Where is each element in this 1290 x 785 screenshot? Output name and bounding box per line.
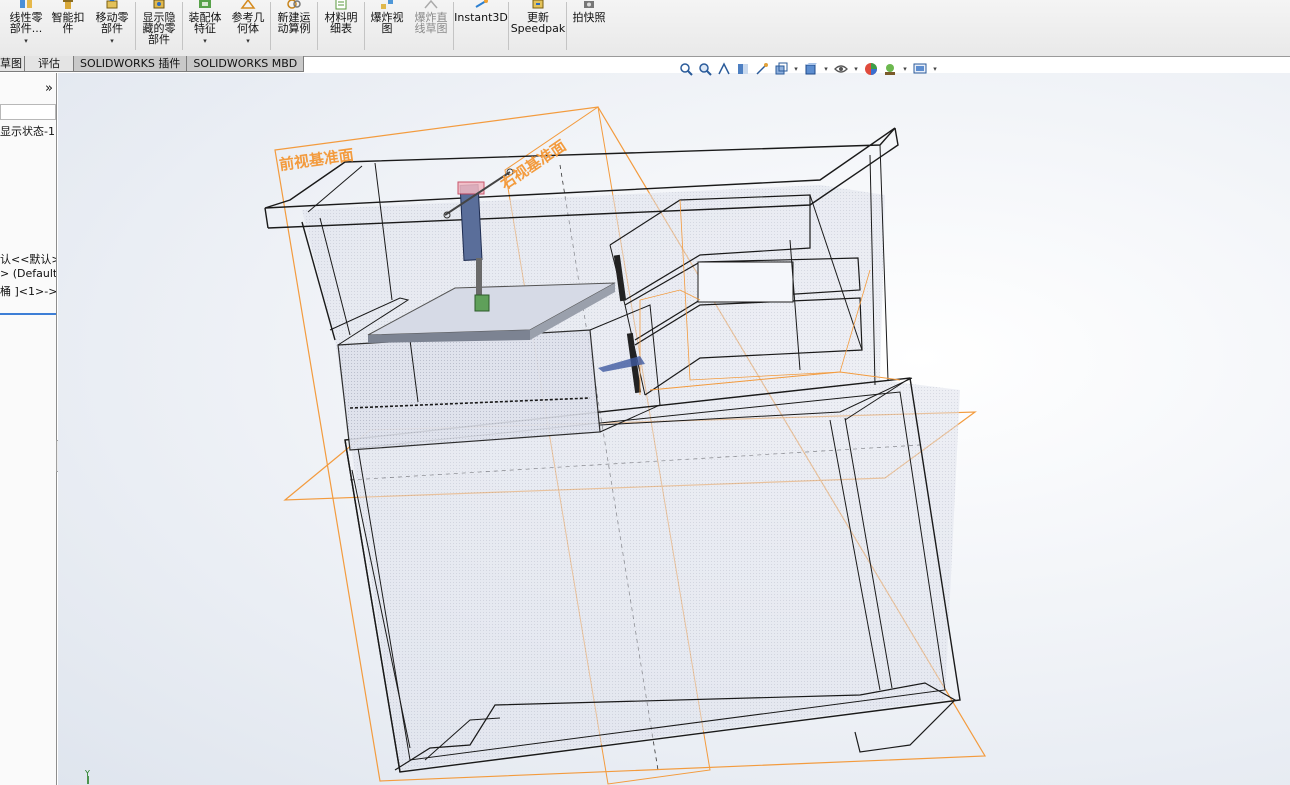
reference-geometry-button[interactable]: 参考几 何体 ▾ bbox=[228, 0, 268, 54]
tree-item[interactable]: 桶 ]<1>-> bbox=[0, 283, 56, 299]
command-manager-tabs: 草图 评估 SOLIDWORKS 插件 SOLIDWORKS MBD bbox=[0, 56, 305, 72]
linear-pattern-icon bbox=[20, 0, 32, 8]
separator bbox=[182, 2, 183, 50]
separator bbox=[364, 2, 365, 50]
exploded-view-icon bbox=[381, 0, 393, 9]
chevron-down-icon[interactable]: ▾ bbox=[110, 36, 114, 47]
chevron-down-icon[interactable]: ▾ bbox=[792, 62, 800, 76]
separator bbox=[508, 2, 509, 50]
chevron-down-icon[interactable]: ▾ bbox=[24, 36, 28, 47]
edit-appearance-icon[interactable] bbox=[863, 62, 879, 76]
feature-manager-pane: » 显示状态-1 认<<默认> > (Default 桶 ]<1>-> bbox=[0, 73, 57, 785]
move-component-icon bbox=[106, 0, 118, 9]
new-motion-study-button[interactable]: 新建运 动算例 bbox=[272, 0, 316, 54]
take-snapshot-icon bbox=[584, 1, 594, 8]
section-view-icon[interactable] bbox=[735, 62, 751, 76]
view-triad: Y bbox=[84, 769, 90, 784]
tree-item[interactable]: > (Default bbox=[0, 267, 56, 280]
instant3d-button[interactable]: Instant3D bbox=[454, 0, 508, 54]
front-plane-label[interactable]: 前视基准面 bbox=[278, 146, 355, 174]
apply-scene-icon[interactable] bbox=[882, 62, 898, 76]
new-motion-study-icon bbox=[287, 0, 301, 9]
assembly-features-icon bbox=[199, 0, 211, 8]
display-style-icon[interactable] bbox=[803, 62, 819, 76]
tab-solidworks-mbd[interactable]: SOLIDWORKS MBD bbox=[187, 56, 305, 72]
view-orientation-icon[interactable] bbox=[773, 62, 789, 76]
right-plane-label[interactable]: 右视基准面 bbox=[497, 136, 569, 193]
smart-fasteners-icon bbox=[63, 0, 73, 9]
chevron-down-icon[interactable]: ▾ bbox=[852, 62, 860, 76]
show-hidden-components-button[interactable]: 显示隐 藏的零 部件 bbox=[137, 0, 181, 54]
separator bbox=[317, 2, 318, 50]
previous-view-icon[interactable] bbox=[716, 62, 732, 76]
chevron-down-icon[interactable]: ▾ bbox=[246, 36, 250, 47]
update-speedpak-icon bbox=[532, 0, 544, 9]
explode-line-sketch-button[interactable]: 爆炸直 线草图 bbox=[410, 0, 452, 54]
chevron-down-icon[interactable]: ▾ bbox=[822, 62, 830, 76]
command-manager-ribbon: 线性零 部件... ▾ 智能扣 件 移动零 部件 ▾ 显示隐 藏的零 部件 装配… bbox=[0, 0, 1290, 57]
exploded-view-button[interactable]: 爆炸视 图 bbox=[366, 0, 408, 54]
show-hidden-components-icon bbox=[153, 0, 165, 9]
separator bbox=[566, 2, 567, 50]
chevron-down-icon[interactable]: ▾ bbox=[901, 62, 909, 76]
bill-of-materials-icon bbox=[335, 0, 347, 10]
bill-of-materials-button[interactable]: 材料明 细表 bbox=[319, 0, 363, 54]
selection-highlight bbox=[0, 313, 56, 315]
heads-up-view-toolbar: ▾ ▾ ▾ ▾ ▾ bbox=[678, 60, 939, 78]
separator bbox=[453, 2, 454, 50]
linear-component-pattern-button[interactable]: 线性零 部件... ▾ bbox=[6, 0, 46, 54]
dynamic-annotation-icon[interactable] bbox=[754, 62, 770, 76]
display-state-label[interactable]: 显示状态-1 bbox=[0, 123, 55, 139]
cabinet-body[interactable] bbox=[264, 127, 961, 773]
update-speedpak-button[interactable]: 更新 Speedpak bbox=[510, 0, 566, 54]
separator bbox=[270, 2, 271, 50]
smart-fasteners-button[interactable]: 智能扣 件 bbox=[48, 0, 88, 54]
expand-pane-icon[interactable]: » bbox=[45, 81, 53, 96]
chevron-down-icon[interactable]: ▾ bbox=[203, 36, 207, 47]
move-component-button[interactable]: 移动零 部件 ▾ bbox=[90, 0, 134, 54]
triad-y-label: Y bbox=[84, 769, 90, 778]
hide-show-items-icon[interactable] bbox=[833, 62, 849, 76]
tree-filter-input[interactable] bbox=[0, 104, 56, 120]
view-settings-icon[interactable] bbox=[912, 62, 928, 76]
tab-solidworks-addins[interactable]: SOLIDWORKS 插件 bbox=[74, 56, 188, 72]
tab-sketch[interactable]: 草图 bbox=[0, 56, 25, 72]
chevron-down-icon[interactable]: ▾ bbox=[931, 62, 939, 76]
explode-line-sketch-icon bbox=[424, 0, 438, 9]
zoom-to-area-icon[interactable] bbox=[697, 62, 713, 76]
zoom-to-fit-icon[interactable] bbox=[678, 62, 694, 76]
tab-evaluate[interactable]: 评估 bbox=[25, 56, 74, 72]
take-snapshot-button[interactable]: 拍快照 bbox=[568, 0, 610, 54]
assembly-features-button[interactable]: 装配体 特征 ▾ bbox=[184, 0, 226, 54]
separator bbox=[135, 2, 136, 50]
reference-geometry-icon bbox=[240, 0, 256, 9]
graphics-area[interactable]: 前视基准面 右视基准面 Y bbox=[58, 73, 1290, 785]
assembly-model: 前视基准面 右视基准面 Y bbox=[84, 106, 987, 785]
instant3d-icon bbox=[475, 0, 488, 8]
tree-item[interactable]: 认<<默认> bbox=[0, 251, 56, 267]
